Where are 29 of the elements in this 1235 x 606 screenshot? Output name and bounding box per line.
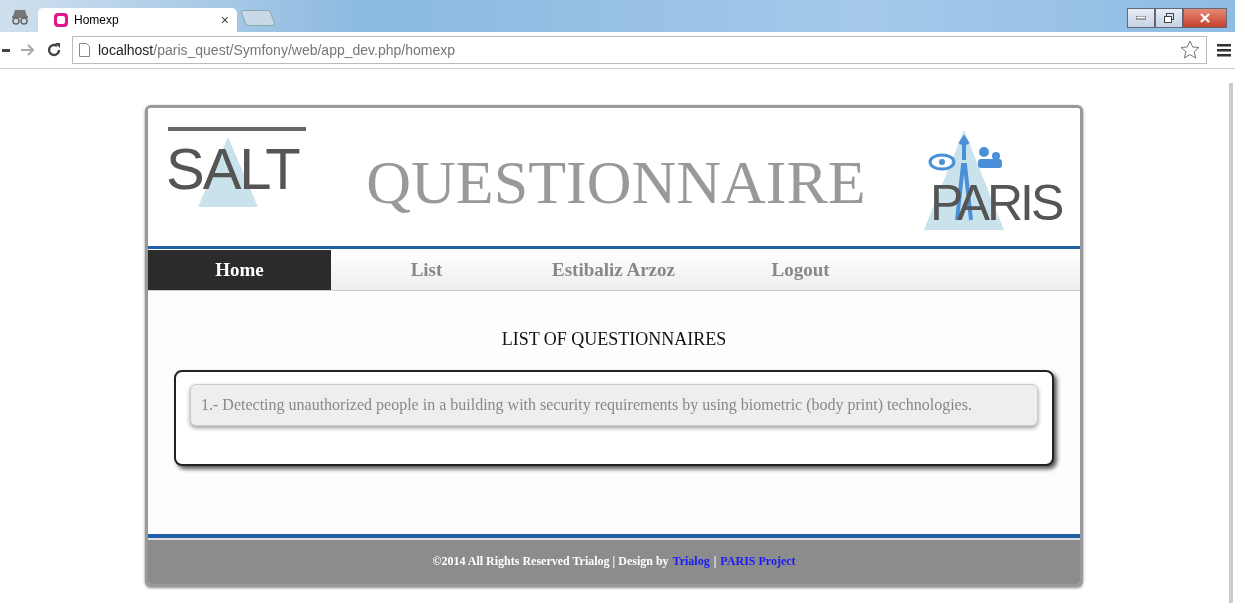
close-window-button[interactable]	[1183, 8, 1227, 28]
close-icon	[1200, 13, 1210, 23]
scrollbar[interactable]	[1229, 83, 1233, 603]
section-heading: LIST OF QUESTIONNAIRES	[500, 329, 728, 350]
nav-tab[interactable]: List	[335, 250, 518, 290]
footer-link[interactable]: Trialog	[672, 553, 710, 569]
footer-link[interactable]: PARIS Project	[720, 553, 796, 569]
site-icon	[54, 13, 68, 27]
reload-icon[interactable]	[46, 42, 62, 58]
url-text: localhost/paris_quest/Symfony/web/app_dev.php/homexp	[98, 42, 456, 58]
nav-tab[interactable]: Home	[148, 250, 331, 290]
address-bar[interactable]: localhost/paris_quest/Symfony/web/app_dev.php/homexp	[72, 36, 1207, 64]
minimize-icon	[1136, 16, 1146, 20]
nav-tab[interactable]: Estibaliz Arzoz	[522, 250, 705, 290]
restore-button[interactable]	[1155, 8, 1183, 28]
restore-icon	[1164, 13, 1174, 23]
page-icon	[79, 43, 90, 57]
tab-title: Homexp	[74, 13, 120, 27]
browser-tab[interactable]: Homexp ×	[38, 8, 237, 32]
salt-logo: SALT	[168, 127, 308, 207]
star-icon[interactable]	[1180, 40, 1200, 60]
menu-icon[interactable]	[1217, 42, 1231, 58]
footer-text: ©2014 All Rights Reserved Trialog | Design by	[432, 553, 669, 569]
questionnaire-item[interactable]: 1.- Detecting unauthorized people in a building with security requirements by using biometric (body print) technologies.	[190, 384, 1038, 426]
footer-separator: |	[713, 553, 717, 569]
nav-tab[interactable]: Logout	[709, 250, 892, 290]
close-tab-button[interactable]: ×	[220, 12, 229, 28]
minimize-button[interactable]	[1127, 8, 1155, 28]
page-title: QUESTIONNAIRE	[365, 146, 867, 218]
